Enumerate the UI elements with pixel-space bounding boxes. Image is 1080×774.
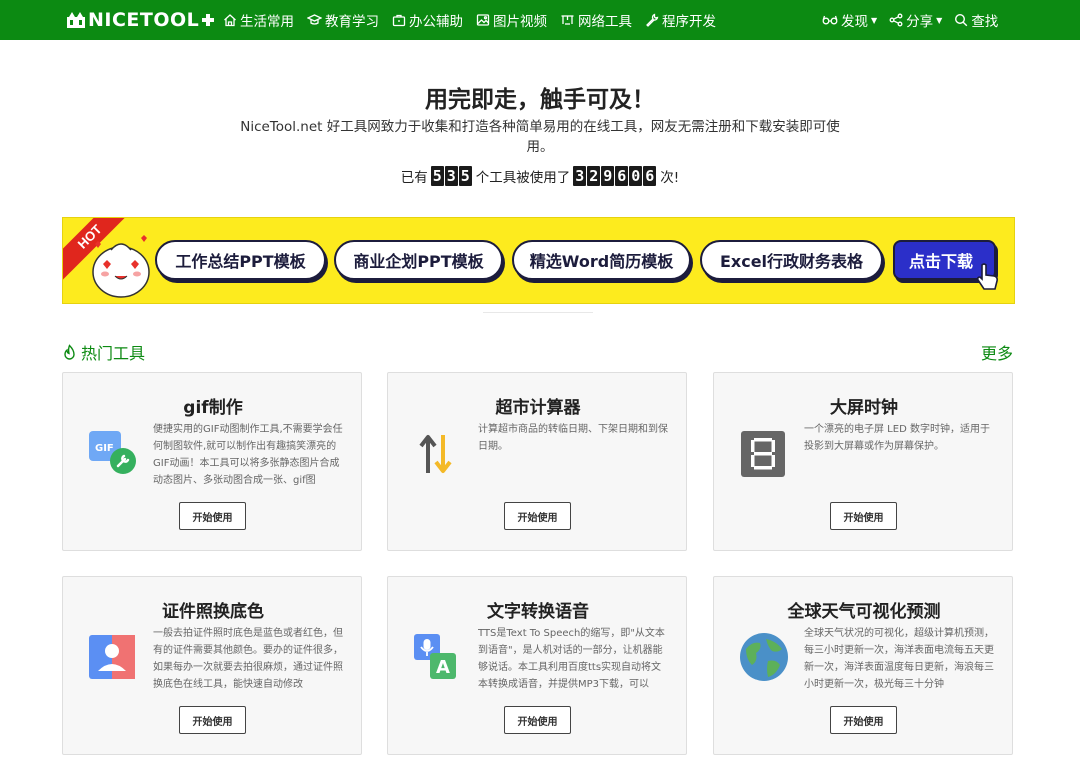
digital-eight-icon: [741, 431, 785, 477]
main-menu: 生活常用 教育学习 办公辅助 图片视频 网络工具 程序开发: [223, 0, 729, 40]
caret-down-icon: ▼: [936, 15, 943, 25]
stats-suffix: 次!: [660, 170, 680, 186]
start-button[interactable]: 开始使用: [179, 706, 246, 734]
start-button[interactable]: 开始使用: [179, 502, 246, 530]
home-icon: [224, 14, 236, 27]
top-navbar: NICETOOL 生活常用 教育学习 办公辅助 图片视频 网络工具 程序开发 发…: [0, 0, 1080, 40]
nav-office-label: 办公辅助: [409, 14, 463, 30]
start-button[interactable]: 开始使用: [504, 502, 571, 530]
logo-mark-icon: [67, 12, 85, 28]
tool-card-id-photo[interactable]: 证件照换底色 一般去拍证件照时底色是蓝色或者红色，但有的证件需要其他颜色。要办的…: [62, 576, 362, 755]
page-title: 用完即走，触手可及！: [425, 87, 655, 113]
tool-card-supermarket-calculator[interactable]: 超市计算器 计算超市商品的转临日期、下架日期和到保日期。 开始使用: [387, 372, 687, 551]
card-description: 计算超市商品的转临日期、下架日期和到保日期。: [478, 424, 668, 452]
svg-text:A: A: [436, 657, 450, 678]
nav-search-label: 查找: [971, 14, 999, 30]
counter-digit: 5: [430, 166, 444, 186]
flame-icon: [64, 343, 75, 360]
card-title: gif制作: [183, 398, 243, 418]
start-button[interactable]: 开始使用: [504, 706, 571, 734]
counter-digit: 0: [629, 166, 643, 186]
usage-stats: 已有 535 个工具被使用了 329606 次!: [0, 166, 1080, 186]
image-icon: [476, 14, 490, 26]
more-link[interactable]: 更多: [981, 340, 1013, 364]
banner-pill-word-resume[interactable]: 精选Word简历模板: [512, 240, 691, 280]
gif-icon: GIF: [89, 431, 136, 474]
graduation-cap-icon: [307, 14, 322, 25]
nav-education[interactable]: 教育学习: [307, 10, 379, 30]
tool-card-text-to-speech[interactable]: 文字转换语音 A TTS是Text To Speech的缩写，即"从文本到语音"…: [387, 576, 687, 755]
card-description: 全球天气状况的可视化，超级计算机预测，每三小时更新一次，海洋表面电流每五天更新一…: [804, 628, 994, 690]
tool-card-weather-globe[interactable]: 全球天气可视化预测 全球天气状况的可视化，超级计算机预测，每三小时更新一次，海洋…: [713, 576, 1013, 755]
hot-tools-title: 热门工具: [81, 344, 146, 363]
nav-discover[interactable]: 发现 ▼: [822, 10, 877, 30]
share-icon: [889, 13, 903, 27]
banner-pill-excel-finance[interactable]: Excel行政财务表格: [700, 240, 883, 280]
nav-media[interactable]: 图片视频: [476, 10, 547, 30]
card-title: 文字转换语音: [487, 602, 589, 622]
page-description: NiceTool.net 好工具网致力于收集和打造各种简单易用的在线工具，网友无…: [240, 119, 840, 155]
hot-tools-heading: 热门工具: [62, 340, 145, 364]
use-count-counter: 329606: [573, 166, 657, 186]
counter-digit: 3: [444, 166, 458, 186]
logo-plus-icon: [202, 14, 215, 26]
card-title: 全球天气可视化预测: [787, 602, 941, 622]
text-to-speech-icon: A: [414, 634, 456, 679]
tool-count-counter: 535: [430, 166, 473, 186]
card-description: 一般去拍证件照时底色是蓝色或者红色，但有的证件需要其他颜色。要办的证件很多，如果…: [153, 628, 343, 690]
up-down-arrows-icon: [419, 435, 452, 473]
divider: [483, 312, 593, 313]
nav-network-label: 网络工具: [578, 14, 632, 30]
nav-education-label: 教育学习: [325, 14, 379, 30]
nav-media-label: 图片视频: [493, 14, 547, 30]
tool-card-big-clock[interactable]: 大屏时钟 一个漂亮的电子屏 LED 数字时钟，适用于投影到大屏幕或作为屏幕保护。…: [713, 372, 1013, 551]
caret-down-icon: ▼: [871, 15, 878, 25]
id-photo-icon: [89, 635, 135, 679]
site-logo[interactable]: NICETOOL: [66, 7, 217, 33]
card-title: 证件照换底色: [162, 602, 264, 622]
nav-network[interactable]: 网络工具: [560, 10, 632, 30]
stats-middle: 个工具被使用了: [475, 170, 571, 186]
card-description: TTS是Text To Speech的缩写，即"从文本到语音"，是人机对话的一部…: [478, 628, 665, 690]
stats-prefix: 已有: [400, 170, 428, 186]
globe-icon: [740, 633, 788, 681]
card-description: 一个漂亮的电子屏 LED 数字时钟，适用于投影到大屏幕或作为屏幕保护。: [804, 424, 990, 452]
nav-search[interactable]: 查找: [954, 10, 998, 30]
wrench-icon: [646, 13, 659, 27]
nav-life-label: 生活常用: [240, 14, 294, 30]
svg-text:GIF: GIF: [95, 443, 114, 454]
counter-digit: 6: [615, 166, 629, 186]
card-title: 大屏时钟: [830, 398, 898, 418]
counter-digit: 3: [573, 166, 587, 186]
start-button[interactable]: 开始使用: [830, 502, 897, 530]
nav-share[interactable]: 分享 ▼: [889, 10, 942, 30]
nav-share-label: 分享: [906, 14, 934, 30]
briefcase-icon: [392, 14, 406, 27]
search-icon: [955, 13, 968, 27]
bun-mascot-icon: [92, 235, 150, 298]
logo-text: NICETOOL: [88, 9, 200, 31]
tool-card-gif[interactable]: gif制作 GIF 便捷实用的GIF动图制作工具,不需要学会任何制图软件,就可以…: [62, 372, 362, 551]
card-description: 便捷实用的GIF动图制作工具,不需要学会任何制图软件,就可以制作出有趣搞笑漂亮的…: [153, 424, 343, 486]
counter-digit: 5: [458, 166, 472, 186]
banner-pill-summary-ppt[interactable]: 工作总结PPT模板: [155, 240, 326, 280]
card-title: 超市计算器: [495, 398, 581, 418]
network-icon: [561, 15, 574, 25]
glasses-icon: [822, 15, 838, 25]
nav-life[interactable]: 生活常用: [223, 10, 294, 30]
pointer-hand-icon: [976, 263, 998, 290]
nav-right-menu: 发现 ▼ 分享 ▼ 查找: [822, 0, 1010, 40]
nav-dev[interactable]: 程序开发: [645, 10, 716, 30]
nav-dev-label: 程序开发: [662, 14, 716, 30]
banner-pill-business-ppt[interactable]: 商业企划PPT模板: [334, 240, 503, 280]
counter-digit: 6: [643, 166, 657, 186]
start-button[interactable]: 开始使用: [830, 706, 897, 734]
promo-banner[interactable]: HOT 工作总结PPT模板 商业企划PPT模板 精选Word简历模板 Excel…: [62, 217, 1015, 304]
counter-digit: 9: [601, 166, 615, 186]
counter-digit: 2: [587, 166, 601, 186]
nav-discover-label: 发现: [841, 14, 868, 30]
nav-office[interactable]: 办公辅助: [392, 10, 463, 30]
